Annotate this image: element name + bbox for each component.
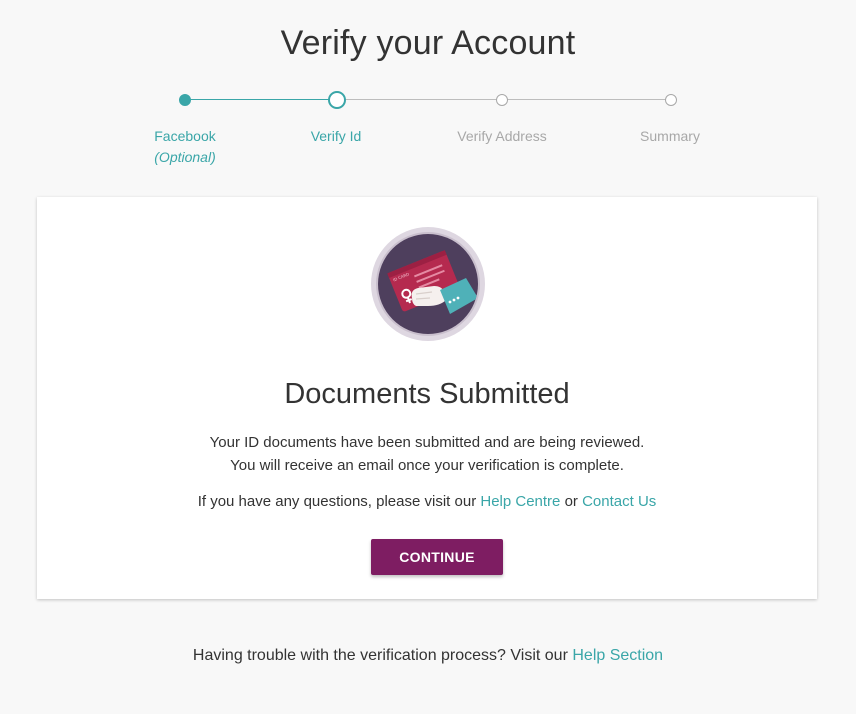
help-section-link[interactable]: Help Section	[572, 647, 663, 664]
help-centre-link[interactable]: Help Centre	[480, 493, 560, 510]
page-title: Verify your Account	[280, 24, 576, 62]
step-facebook-label[interactable]: Facebook	[115, 128, 255, 144]
continue-button[interactable]: CONTINUE	[371, 539, 503, 575]
footer-help: Having trouble with the verification pro…	[0, 647, 856, 665]
stepper-track-complete	[185, 99, 337, 100]
step-verify-id-label[interactable]: Verify Id	[266, 128, 406, 144]
footer-text: Having trouble with the verification pro…	[192, 647, 568, 664]
step-facebook-optional-label: (Optional)	[154, 149, 216, 165]
step-facebook-dot[interactable]	[179, 94, 191, 106]
id-card-in-hand-icon: ID CARD	[370, 226, 486, 342]
help-message-prefix: If you have any questions, please visit …	[197, 493, 477, 510]
progress-stepper: Facebook (Optional) Verify Id Verify Add…	[0, 86, 856, 176]
help-message: If you have any questions, please visit …	[37, 493, 817, 510]
step-verify-id-dot[interactable]	[328, 91, 346, 109]
verification-page: Verify your Account Facebook (Optional) …	[0, 0, 856, 714]
step-summary-label: Summary	[640, 128, 700, 144]
documents-submitted-title: Documents Submitted	[284, 378, 570, 410]
step-summary-dot	[665, 94, 677, 106]
submission-card: ID CARD Documents Submitted Your ID docu…	[37, 197, 817, 599]
step-verify-address-label: Verify Address	[457, 128, 547, 144]
step-verify-address-dot	[496, 94, 508, 106]
contact-us-link[interactable]: Contact Us	[582, 493, 656, 510]
email-notice-message: You will receive an email once your veri…	[230, 457, 624, 474]
help-message-or: or	[564, 493, 578, 510]
review-status-message: Your ID documents have been submitted an…	[209, 434, 645, 451]
